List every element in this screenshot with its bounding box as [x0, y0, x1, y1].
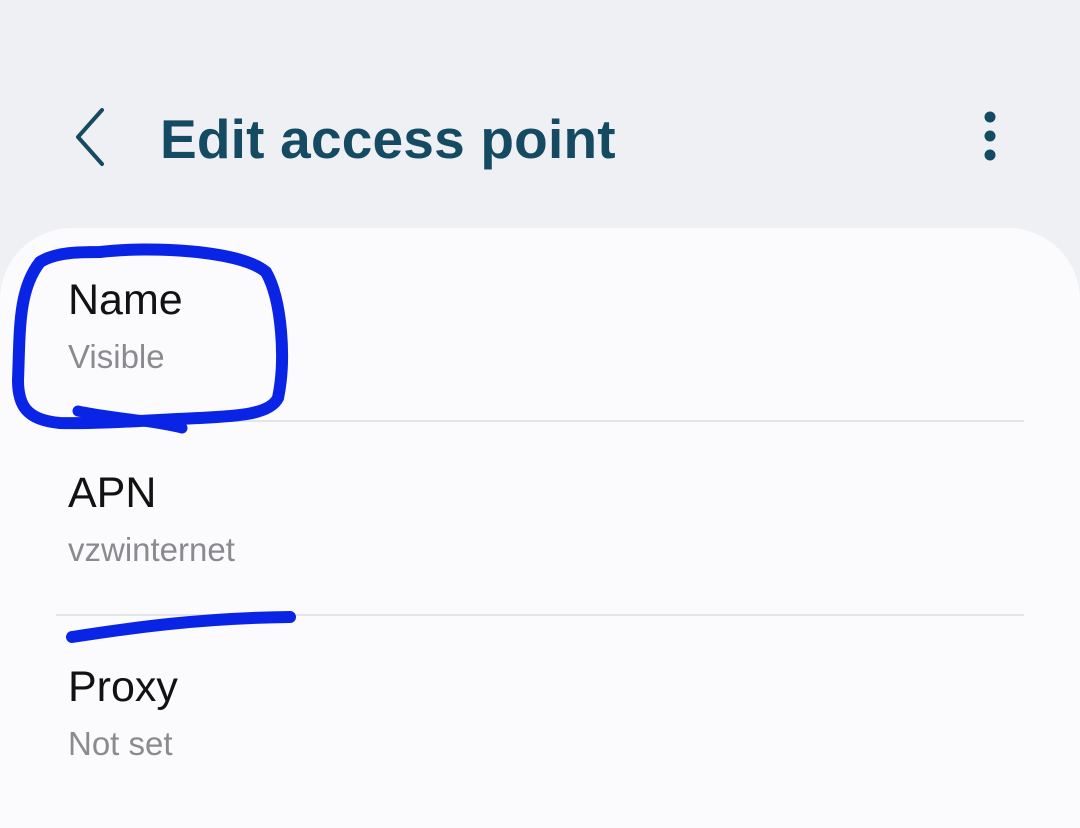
setting-title: Name — [68, 276, 183, 324]
setting-row-name[interactable]: Name Visible — [0, 228, 1080, 422]
setting-value: Not set — [68, 725, 173, 762]
app-bar: Edit access point — [0, 0, 1080, 230]
setting-value: Visible — [68, 338, 165, 375]
more-options-button[interactable] — [962, 106, 1018, 166]
settings-card: Name Visible APN vzwinternet Proxy Not s… — [0, 228, 1080, 828]
setting-title: Proxy — [68, 663, 178, 711]
page-title: Edit access point — [160, 108, 616, 170]
back-button[interactable] — [62, 104, 118, 170]
setting-title: APN — [68, 469, 157, 517]
more-vert-icon — [984, 111, 996, 161]
setting-row-apn[interactable]: APN vzwinternet — [0, 422, 1080, 616]
chevron-left-icon — [76, 108, 104, 166]
setting-value: vzwinternet — [68, 531, 235, 568]
setting-row-proxy[interactable]: Proxy Not set — [0, 616, 1080, 810]
